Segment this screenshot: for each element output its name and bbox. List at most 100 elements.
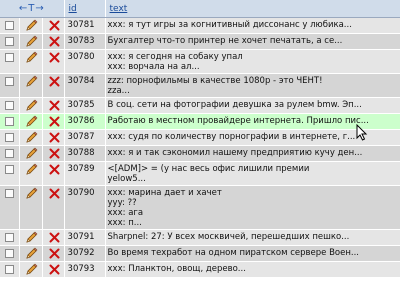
delete-cell [42,145,65,162]
delete-cell [42,261,65,278]
row-checkbox[interactable] [5,133,14,142]
row-checkbox[interactable] [5,189,14,198]
table-row[interactable]: 30792 Во время техработ на одном пиратско… [0,245,400,262]
edit-cell [19,185,43,230]
delete-x-icon[interactable] [45,116,62,127]
delete-x-icon[interactable] [45,232,62,243]
edit-pencil-icon[interactable] [22,263,40,276]
row-checkbox[interactable] [5,149,14,158]
row-checkbox[interactable] [5,249,14,258]
mouse-cursor-icon [356,124,368,141]
header-row: ←T→ id text [0,0,400,18]
edit-pencil-icon[interactable] [22,35,40,48]
delete-x-icon[interactable] [45,188,62,199]
delete-x-icon[interactable] [45,132,62,143]
row-checkbox[interactable] [5,233,14,242]
row-text: xxx: Планктон, овощ, дерево... [105,261,400,278]
row-checkbox[interactable] [5,37,14,46]
table-row[interactable]: 30793 xxx: Планктон, овощ, дерево... [0,261,400,278]
table-row[interactable]: 30781 xxx: я тут игры за когнитивный дисс… [0,17,400,34]
edit-pencil-icon[interactable] [22,115,40,128]
row-select-cell [0,73,20,98]
row-text: zzz: порнофильмы в качестве 1080p - это … [105,73,400,98]
table-row[interactable]: 30789 <[ADM]> = (у нас весь офис лишили п… [0,161,400,186]
delete-cell [42,229,65,246]
edit-pencil-icon[interactable] [22,163,40,176]
row-select-cell [0,113,20,130]
row-select-cell [0,161,20,186]
delete-x-icon[interactable] [45,36,62,47]
edit-pencil-icon[interactable] [22,247,40,260]
row-id: 30789 [64,161,106,186]
row-checkbox[interactable] [5,117,14,126]
row-select-cell [0,17,20,34]
edit-pencil-icon[interactable] [22,51,40,64]
row-text: xxx: марина дает и хачет yyy: ?? xxx: ага x… [105,185,400,230]
row-select-cell [0,33,20,50]
edit-pencil-icon[interactable] [22,75,40,88]
edit-pencil-icon[interactable] [22,231,40,244]
delete-cell [42,33,65,50]
edit-cell [19,229,43,246]
delete-cell [42,49,65,74]
table-row[interactable]: 30788 xxx: я и так сэкономил нашему предп… [0,145,400,162]
column-header-text[interactable]: text [105,0,400,18]
row-text: xxx: я и так сэкономил нашему предприяти… [105,145,400,162]
edit-pencil-icon[interactable] [22,187,40,200]
row-select-cell [0,229,20,246]
row-id: 30784 [64,73,106,98]
table-row[interactable]: 30780 xxx: я сегодня на собаку упал xxx: в… [0,49,400,74]
delete-cell [42,113,65,130]
delete-x-icon[interactable] [45,100,62,111]
delete-cell [42,129,65,146]
row-id: 30792 [64,245,106,262]
edit-pencil-icon[interactable] [22,19,40,32]
edit-cell [19,49,43,74]
table-row[interactable]: 30787 xxx: судя по количеству порнографии… [0,129,400,146]
edit-cell [19,33,43,50]
row-select-cell [0,129,20,146]
edit-cell [19,145,43,162]
table-row[interactable]: 30783 Бухгалтер что-то принтер не хочет п… [0,33,400,50]
edit-cell [19,113,43,130]
edit-cell [19,245,43,262]
edit-cell [19,73,43,98]
delete-x-icon[interactable] [45,76,62,87]
row-checkbox[interactable] [5,165,14,174]
row-checkbox[interactable] [5,53,14,62]
delete-cell [42,245,65,262]
delete-x-icon[interactable] [45,52,62,63]
row-checkbox[interactable] [5,265,14,274]
table-row[interactable]: 30785 В соц. сети на фотографии девушка з… [0,97,400,114]
delete-cell [42,73,65,98]
row-checkbox[interactable] [5,77,14,86]
edit-pencil-icon[interactable] [22,147,40,160]
table-body: 30781 xxx: я тут игры за когнитивный дисс… [0,17,400,278]
row-text: xxx: я тут игры за когнитивный диссонанс… [105,17,400,34]
row-select-cell [0,97,20,114]
row-select-cell [0,261,20,278]
delete-x-icon[interactable] [45,248,62,259]
table-row[interactable]: 30791 Sharpnel: 27: У всех москвичей, пер… [0,229,400,246]
delete-x-icon[interactable] [45,164,62,175]
delete-x-icon[interactable] [45,264,62,275]
column-arrows-control[interactable]: ←T→ [0,0,65,18]
table-row[interactable]: 30784 zzz: порнофильмы в качестве 1080p -… [0,73,400,98]
row-id: 30780 [64,49,106,74]
row-checkbox[interactable] [5,21,14,30]
edit-pencil-icon[interactable] [22,99,40,112]
delete-x-icon[interactable] [45,148,62,159]
table-row[interactable]: 30786 Работаю в местном провайдере интерн… [0,113,400,130]
row-id: 30791 [64,229,106,246]
table-row[interactable]: 30790 xxx: марина дает и хачет yyy: ?? xxx:… [0,185,400,230]
delete-cell [42,17,65,34]
column-header-id[interactable]: id [64,0,106,18]
row-checkbox[interactable] [5,101,14,110]
row-text: <[ADM]> = (у нас весь офис лишили премии… [105,161,400,186]
row-text: Бухгалтер что-то принтер не хочет печата… [105,33,400,50]
delete-x-icon[interactable] [45,20,62,31]
row-text: Sharpnel: 27: У всех москвичей, перешедш… [105,229,400,246]
row-id: 30790 [64,185,106,230]
edit-cell [19,161,43,186]
edit-pencil-icon[interactable] [22,131,40,144]
